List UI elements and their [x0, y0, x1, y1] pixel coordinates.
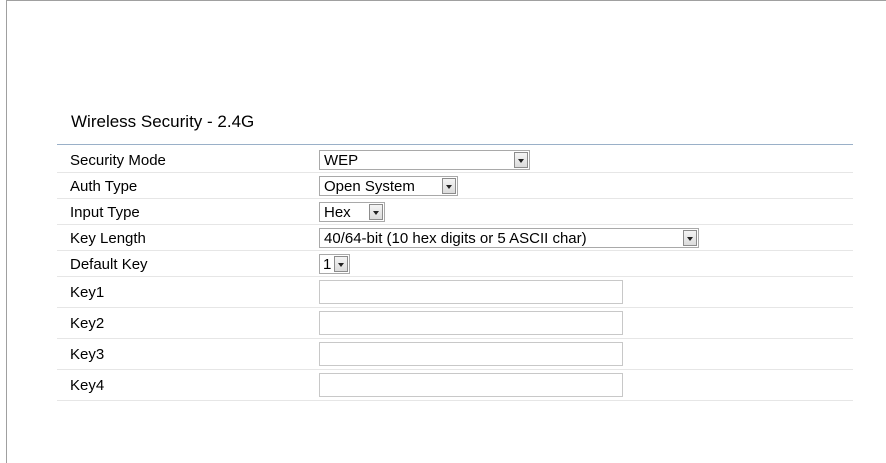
security-mode-value: WEP: [324, 152, 359, 169]
chevron-down-icon[interactable]: [514, 152, 528, 168]
key3-input[interactable]: [319, 342, 623, 366]
default-key-select[interactable]: 1: [319, 254, 350, 274]
row-security-mode: Security Mode WEP: [57, 147, 853, 173]
auth-type-select[interactable]: Open System: [319, 176, 458, 196]
key-length-label: Key Length: [70, 230, 146, 247]
security-mode-label: Security Mode: [70, 152, 166, 169]
key-length-select[interactable]: 40/64-bit (10 hex digits or 5 ASCII char…: [319, 228, 699, 248]
title-divider: [57, 144, 853, 145]
key1-label: Key1: [70, 284, 105, 301]
row-key4: Key4: [57, 370, 853, 401]
row-default-key: Default Key 1: [57, 251, 853, 277]
default-key-value: 1: [323, 256, 332, 273]
chevron-down-icon[interactable]: [442, 178, 456, 194]
row-key2: Key2: [57, 308, 853, 339]
row-key-length: Key Length 40/64-bit (10 hex digits or 5…: [57, 225, 853, 251]
key4-label: Key4: [70, 377, 105, 394]
section-title: Wireless Security - 2.4G: [71, 112, 255, 131]
key2-input[interactable]: [319, 311, 623, 335]
input-type-value: Hex: [324, 204, 351, 221]
row-auth-type: Auth Type Open System: [57, 173, 853, 199]
key3-label: Key3: [70, 346, 105, 363]
content-frame: Wireless Security - 2.4G Security Mode W…: [6, 0, 886, 463]
key2-label: Key2: [70, 315, 105, 332]
input-type-select[interactable]: Hex: [319, 202, 385, 222]
auth-type-label: Auth Type: [70, 178, 138, 195]
chevron-down-icon[interactable]: [369, 204, 383, 220]
key4-input[interactable]: [319, 373, 623, 397]
chevron-down-icon[interactable]: [683, 230, 697, 246]
row-key3: Key3: [57, 339, 853, 370]
chevron-down-icon[interactable]: [334, 256, 348, 272]
row-key1: Key1: [57, 277, 853, 308]
security-mode-select[interactable]: WEP: [319, 150, 530, 170]
auth-type-value: Open System: [324, 178, 415, 195]
input-type-label: Input Type: [70, 204, 140, 221]
default-key-label: Default Key: [70, 256, 148, 273]
key1-input[interactable]: [319, 280, 623, 304]
row-input-type: Input Type Hex: [57, 199, 853, 225]
key-length-value: 40/64-bit (10 hex digits or 5 ASCII char…: [324, 230, 587, 247]
